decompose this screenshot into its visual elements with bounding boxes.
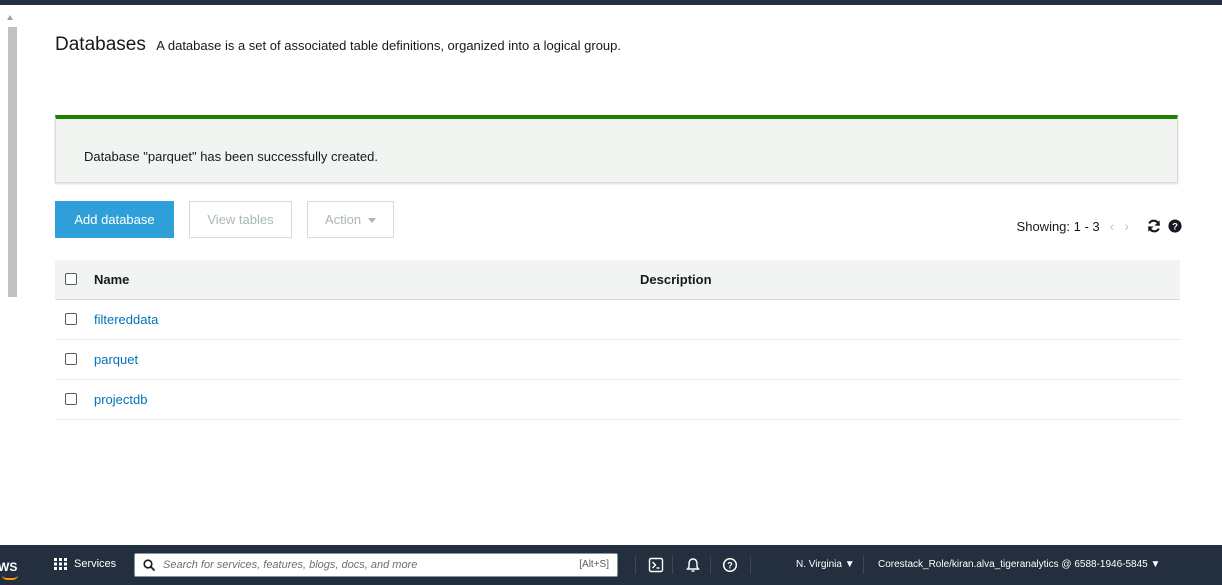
divider bbox=[672, 556, 673, 574]
region-selector[interactable]: N. Virginia ▼ bbox=[796, 559, 855, 570]
row-checkbox[interactable] bbox=[65, 313, 77, 325]
page-description: A database is a set of associated table … bbox=[156, 38, 621, 53]
page-header: Databases A database is a set of associa… bbox=[55, 34, 621, 56]
divider bbox=[863, 556, 864, 574]
search-input[interactable] bbox=[163, 557, 543, 573]
pagination: Showing: 1 - 3 ‹ › ? bbox=[1017, 218, 1182, 234]
help-circle-icon[interactable]: ? bbox=[722, 557, 738, 573]
account-menu[interactable]: Corestack_Role/kiran.alva_tigeranalytics… bbox=[878, 559, 1160, 570]
services-menu-button[interactable]: Services bbox=[54, 558, 116, 570]
svg-text:?: ? bbox=[1172, 222, 1178, 233]
database-link-filtereddata[interactable]: filtereddata bbox=[94, 312, 158, 327]
database-link-projectdb[interactable]: projectdb bbox=[94, 392, 147, 407]
aws-logo-smile-icon bbox=[2, 575, 18, 580]
table-row: filtereddata bbox=[55, 300, 1180, 340]
flash-text: Database "parquet" has been successfully… bbox=[84, 149, 378, 164]
column-header-description[interactable]: Description bbox=[640, 272, 712, 287]
databases-table: Name Description filtereddata parquet pr… bbox=[55, 260, 1180, 420]
help-icon[interactable]: ? bbox=[1168, 219, 1182, 233]
divider bbox=[635, 556, 636, 574]
success-flash-message: Database "parquet" has been successfully… bbox=[55, 115, 1178, 183]
chevron-left-icon[interactable]: ‹ bbox=[1110, 218, 1115, 234]
action-label: Action bbox=[324, 212, 362, 227]
search-shortcut-hint: [Alt+S] bbox=[579, 559, 609, 570]
scrollbar[interactable] bbox=[0, 5, 22, 545]
table-row: projectdb bbox=[55, 380, 1180, 420]
divider bbox=[750, 556, 751, 574]
row-checkbox[interactable] bbox=[65, 393, 77, 405]
scroll-up-arrow-icon[interactable] bbox=[7, 15, 13, 20]
services-label: Services bbox=[74, 558, 117, 570]
column-header-name[interactable]: Name bbox=[94, 272, 129, 287]
bell-icon[interactable] bbox=[685, 557, 701, 573]
view-tables-button[interactable]: View tables bbox=[189, 201, 292, 238]
divider bbox=[710, 556, 711, 574]
page-title: Databases bbox=[55, 34, 146, 55]
svg-text:?: ? bbox=[727, 561, 733, 571]
row-checkbox[interactable] bbox=[65, 353, 77, 365]
aws-logo[interactable]: WS bbox=[0, 560, 17, 574]
aws-console-nav-bar: WS Services [Alt+S] ? N. Virginia ▼ Core… bbox=[0, 545, 1222, 585]
cloudshell-icon[interactable] bbox=[648, 557, 664, 573]
refresh-icon[interactable] bbox=[1147, 219, 1161, 233]
action-dropdown-button[interactable]: Action bbox=[307, 201, 394, 238]
search-icon bbox=[143, 559, 155, 571]
caret-down-icon bbox=[368, 218, 377, 224]
table-header: Name Description bbox=[55, 260, 1180, 300]
scroll-thumb[interactable] bbox=[8, 27, 17, 297]
select-all-checkbox[interactable] bbox=[65, 273, 77, 285]
search-box[interactable]: [Alt+S] bbox=[134, 553, 618, 577]
database-link-parquet[interactable]: parquet bbox=[94, 352, 138, 367]
showing-count: Showing: 1 - 3 bbox=[1016, 218, 1100, 234]
top-nav-edge bbox=[0, 0, 1222, 5]
table-row: parquet bbox=[55, 340, 1180, 380]
chevron-right-icon[interactable]: › bbox=[1124, 218, 1129, 234]
grid-icon bbox=[54, 558, 67, 570]
add-database-button[interactable]: Add database bbox=[55, 201, 174, 238]
